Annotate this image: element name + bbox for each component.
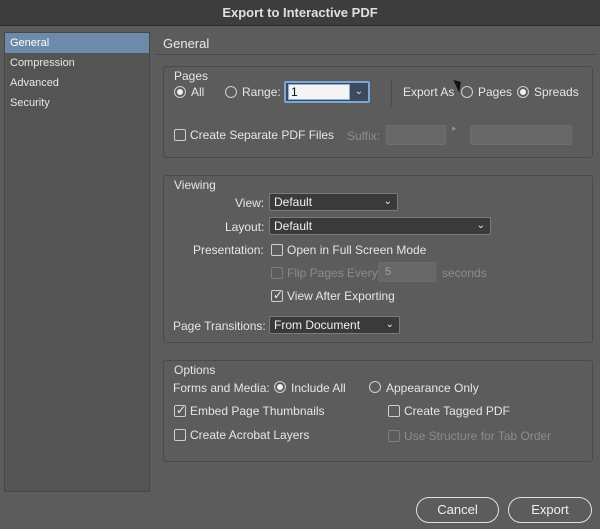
- view-after-checkbox[interactable]: [271, 288, 283, 302]
- cancel-button[interactable]: Cancel: [416, 497, 499, 523]
- range-radio[interactable]: [225, 86, 237, 98]
- window-title: Export to Interactive PDF: [0, 0, 600, 26]
- range-input[interactable]: 1: [288, 84, 350, 100]
- export-spreads-label: Spreads: [534, 85, 579, 99]
- suffix-field-2[interactable]: [470, 125, 572, 145]
- export-spreads-radio[interactable]: [517, 86, 529, 98]
- appearance-only-radio[interactable]: [369, 381, 381, 393]
- range-label: Range:: [242, 85, 281, 99]
- export-pages-label: Pages: [478, 85, 513, 99]
- forms-media-label: Forms and Media:: [173, 381, 270, 395]
- chevron-down-icon: ⌄: [383, 196, 392, 207]
- include-all-radio[interactable]: [274, 381, 286, 393]
- section-title: General: [163, 36, 210, 51]
- layout-select-value: Default: [274, 219, 313, 233]
- transitions-select-value: From Document: [274, 318, 361, 332]
- embed-thumbnails-label: Embed Page Thumbnails: [190, 404, 325, 418]
- range-combo[interactable]: 1 ⌄: [284, 81, 370, 103]
- tab-order-label: Use Structure for Tab Order: [404, 429, 552, 443]
- transitions-select[interactable]: From Document ⌄: [269, 316, 400, 334]
- embed-thumbnails-checkbox[interactable]: [174, 403, 186, 417]
- suffix-field-1[interactable]: [386, 125, 446, 145]
- sidebar-item-general[interactable]: General: [5, 33, 149, 53]
- presentation-label: Presentation:: [193, 243, 264, 257]
- export-as-label: Export As: [403, 85, 455, 99]
- full-screen-checkbox[interactable]: [271, 244, 283, 256]
- create-separate-checkbox[interactable]: [174, 129, 186, 141]
- tagged-pdf-label: Create Tagged PDF: [404, 404, 510, 418]
- tagged-pdf-checkbox[interactable]: [388, 405, 400, 417]
- all-pages-radio[interactable]: [174, 86, 186, 98]
- chevron-down-icon: ⌄: [476, 220, 485, 231]
- section-divider: [155, 54, 596, 55]
- include-all-label: Include All: [291, 381, 346, 395]
- pages-divider: [391, 80, 392, 106]
- layout-label: Layout:: [225, 220, 265, 234]
- chevron-down-icon[interactable]: ⌄: [352, 84, 366, 100]
- sidebar-item-security[interactable]: Security: [5, 93, 149, 113]
- create-separate-label: Create Separate PDF Files: [190, 128, 335, 142]
- view-select[interactable]: Default ⌄: [269, 193, 398, 211]
- acrobat-layers-label: Create Acrobat Layers: [190, 428, 310, 442]
- flip-seconds-field[interactable]: 5: [378, 262, 436, 282]
- layout-select[interactable]: Default ⌄: [269, 217, 491, 235]
- pages-group-title: Pages: [174, 69, 209, 83]
- view-select-value: Default: [274, 195, 313, 209]
- viewing-group-title: Viewing: [174, 178, 216, 192]
- sidebar-item-compression[interactable]: Compression: [5, 53, 149, 73]
- transitions-label: Page Transitions:: [173, 319, 266, 333]
- tab-order-checkbox[interactable]: [388, 430, 400, 442]
- suffix-label: Suffix:: [347, 129, 381, 143]
- appearance-only-label: Appearance Only: [386, 381, 479, 395]
- acrobat-layers-checkbox[interactable]: [174, 429, 186, 441]
- export-button[interactable]: Export: [508, 497, 592, 523]
- seconds-label: seconds: [442, 266, 487, 280]
- sidebar-item-advanced[interactable]: Advanced: [5, 73, 149, 93]
- view-label: View:: [235, 196, 265, 210]
- sidebar: General Compression Advanced Security: [4, 32, 150, 492]
- chevron-right-icon: ▸: [452, 123, 457, 133]
- chevron-down-icon: ⌄: [385, 319, 394, 330]
- full-screen-label: Open in Full Screen Mode: [287, 243, 427, 257]
- flip-pages-label: Flip Pages Every:: [287, 266, 382, 280]
- all-pages-label: All: [191, 85, 205, 99]
- flip-pages-checkbox[interactable]: [271, 267, 283, 279]
- options-group-title: Options: [174, 363, 216, 377]
- view-after-label: View After Exporting: [287, 289, 395, 303]
